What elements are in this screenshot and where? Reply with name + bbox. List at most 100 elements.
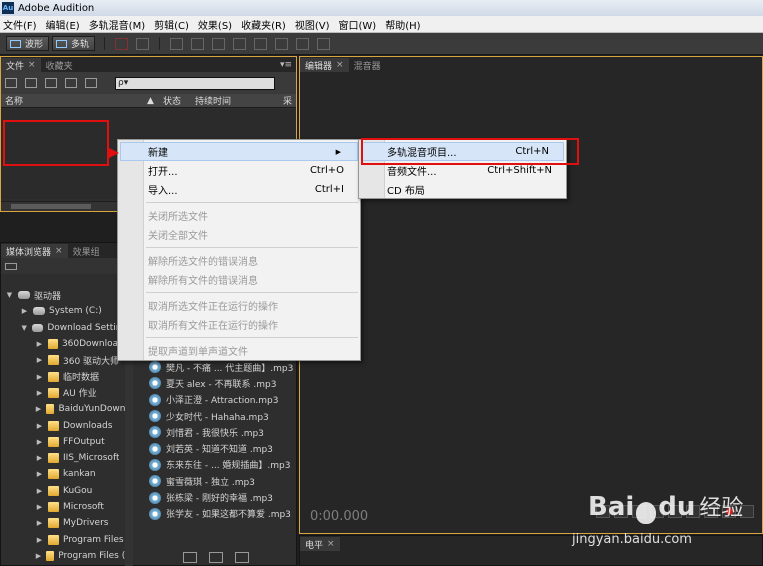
play-icon[interactable] (182, 551, 197, 563)
collapsed-arrow-icon[interactable]: ▶ (35, 438, 44, 446)
spectral-frequency-icon[interactable] (115, 37, 129, 50)
timecode-display: 0:00.000 (310, 509, 369, 524)
files-search-input[interactable]: ρ▾ (115, 76, 275, 90)
tree-item[interactable]: ▶ Program Files (x86) (1, 548, 125, 564)
media-file-item[interactable]: 少女时代 - Hahaha.mp3 (149, 408, 294, 424)
collapsed-arrow-icon[interactable]: ▶ (35, 454, 44, 462)
collapsed-arrow-icon[interactable]: ▶ (35, 405, 42, 413)
open-file-icon[interactable] (5, 78, 17, 88)
tree-item[interactable]: ▼ Download Settings (1, 320, 125, 336)
collapsed-arrow-icon[interactable]: ▶ (35, 373, 44, 381)
media-file-item[interactable]: 小泽正澄 - Attraction.mp3 (149, 392, 294, 408)
tree-item[interactable]: ▼ 驱动器 (1, 287, 125, 303)
media-file-item[interactable]: 张学友 - 如果这都不算爱 .mp3 (149, 506, 294, 522)
delete-icon[interactable] (85, 78, 97, 88)
marquee-tool-icon[interactable] (254, 37, 268, 50)
media-file-item[interactable]: 夏天 alex - 不再联系 .mp3 (149, 375, 294, 391)
insert-into-multitrack-icon[interactable] (65, 78, 77, 88)
tree-item[interactable]: ▶ 临时数据 (1, 368, 125, 384)
menu-item[interactable]: 收藏夹(R) (238, 17, 292, 32)
column-sample-rate[interactable]: 采 (279, 94, 292, 107)
close-icon[interactable]: × (327, 539, 335, 549)
collapsed-arrow-icon[interactable]: ▶ (35, 552, 42, 560)
tab-favorites[interactable]: 收藏夹 (41, 58, 78, 72)
tree-item[interactable]: ▶ Microsoft (1, 499, 125, 515)
close-icon[interactable]: × (55, 246, 63, 256)
new-file-icon[interactable] (45, 78, 57, 88)
collapsed-arrow-icon[interactable]: ▶ (35, 422, 44, 430)
tab-mixer[interactable]: 混音器 (349, 58, 386, 72)
tree-item[interactable]: ▶ KuGou (1, 483, 125, 499)
tree-item[interactable]: ▶ System (C:) (1, 303, 125, 319)
expanded-arrow-icon[interactable]: ▼ (20, 324, 28, 332)
loop-icon[interactable] (208, 551, 223, 563)
tree-item[interactable]: ▶ kankan (1, 466, 125, 482)
context-menu-item[interactable]: 导入... Ctrl+I (118, 180, 360, 199)
media-file-item[interactable]: 张栋梁 - 刚好的幸福 .mp3 (149, 489, 294, 505)
folder-icon (45, 550, 55, 561)
close-icon[interactable]: × (28, 60, 36, 70)
media-file-label: 夏天 alex - 不再联系 .mp3 (166, 379, 277, 390)
tree-item[interactable]: ▶ BaiduYunDownload (1, 401, 125, 417)
tab-media-browser[interactable]: 媒体浏览器 × (1, 244, 68, 258)
column-status[interactable]: 状态 (159, 94, 191, 107)
collapsed-arrow-icon[interactable]: ▶ (35, 356, 44, 364)
tab-files[interactable]: 文件 × (1, 58, 41, 72)
show-drives-icon[interactable] (5, 262, 17, 270)
tree-item[interactable]: ▶ MyDrivers (1, 515, 125, 531)
audio-file-icon (149, 377, 161, 390)
context-menu-item[interactable]: 打开... Ctrl+O (118, 161, 360, 180)
collapsed-arrow-icon[interactable]: ▶ (35, 503, 44, 511)
menu-item[interactable]: 效果(S) (195, 17, 238, 32)
tree-item[interactable]: ▶ Downloads (1, 417, 125, 433)
panel-menu-icon[interactable]: ▾≡ (280, 60, 296, 70)
spectral-pitch-icon[interactable] (136, 37, 150, 50)
menu-item[interactable]: 编辑(E) (43, 17, 86, 32)
collapsed-arrow-icon[interactable]: ▶ (35, 487, 44, 495)
tree-item[interactable]: ▶ 360 驱动大师 (1, 352, 125, 368)
collapsed-arrow-icon[interactable]: ▶ (35, 519, 44, 527)
expanded-arrow-icon[interactable]: ▼ (5, 291, 14, 299)
tab-levels[interactable]: 电平 × (300, 537, 340, 551)
media-file-item[interactable]: 樊凡 - 不痛 ... 代主题曲】.mp3 (149, 359, 294, 375)
brush-tool-icon[interactable] (296, 37, 310, 50)
menu-item[interactable]: 窗口(W) (336, 17, 383, 32)
razor-tool-icon[interactable] (191, 37, 205, 50)
move-tool-icon[interactable] (170, 37, 184, 50)
media-file-item[interactable]: 刘惜君 - 我很快乐 .mp3 (149, 424, 294, 440)
spot-healing-tool-icon[interactable] (317, 37, 331, 50)
tree-item[interactable]: ▶ FFOutput (1, 434, 125, 450)
close-icon[interactable]: × (336, 60, 344, 70)
context-menu-item[interactable]: 新建 ▶ (120, 142, 358, 161)
media-file-item[interactable]: 蜜雪薇琪 - 独立 .mp3 (149, 473, 294, 489)
multitrack-view-button[interactable]: 多轨 (52, 36, 96, 51)
tree-item[interactable]: ▶ IIS_Microsoft (1, 450, 125, 466)
menu-item[interactable]: 多轨混音(M) (86, 17, 151, 32)
time-selection-tool-icon[interactable] (233, 37, 247, 50)
waveform-view-button[interactable]: 波形 (6, 36, 50, 51)
tab-effects-rack[interactable]: 效果组 (68, 244, 105, 258)
lasso-tool-icon[interactable] (275, 37, 289, 50)
scrollbar-thumb[interactable] (11, 204, 91, 209)
collapsed-arrow-icon[interactable]: ▶ (35, 389, 44, 397)
menu-item[interactable]: 剪辑(C) (151, 17, 195, 32)
tree-item[interactable]: ▶ 360Downloads (1, 336, 125, 352)
tree-item[interactable]: ▶ Program Files (1, 531, 125, 547)
submenu-item[interactable]: CD 布局 (359, 180, 566, 199)
auto-play-icon[interactable] (234, 551, 249, 563)
column-name[interactable]: 名称 (1, 94, 143, 107)
menu-item[interactable]: 帮助(H) (382, 17, 426, 32)
collapsed-arrow-icon[interactable]: ▶ (35, 340, 44, 348)
media-file-item[interactable]: 刘若英 - 知道不知道 .mp3 (149, 440, 294, 456)
collapsed-arrow-icon[interactable]: ▶ (20, 307, 29, 315)
collapsed-arrow-icon[interactable]: ▶ (35, 536, 44, 544)
media-file-item[interactable]: 东来东往 - ... 婚规插曲】.mp3 (149, 457, 294, 473)
import-file-icon[interactable] (25, 78, 37, 88)
tab-editor[interactable]: 编辑器 × (300, 58, 349, 72)
slip-tool-icon[interactable] (212, 37, 226, 50)
column-duration[interactable]: 持续时间 (191, 94, 279, 107)
collapsed-arrow-icon[interactable]: ▶ (35, 470, 44, 478)
menu-item[interactable]: 视图(V) (292, 17, 336, 32)
tree-item[interactable]: ▶ AU 作业 (1, 385, 125, 401)
menu-item[interactable]: 文件(F) (0, 17, 43, 32)
